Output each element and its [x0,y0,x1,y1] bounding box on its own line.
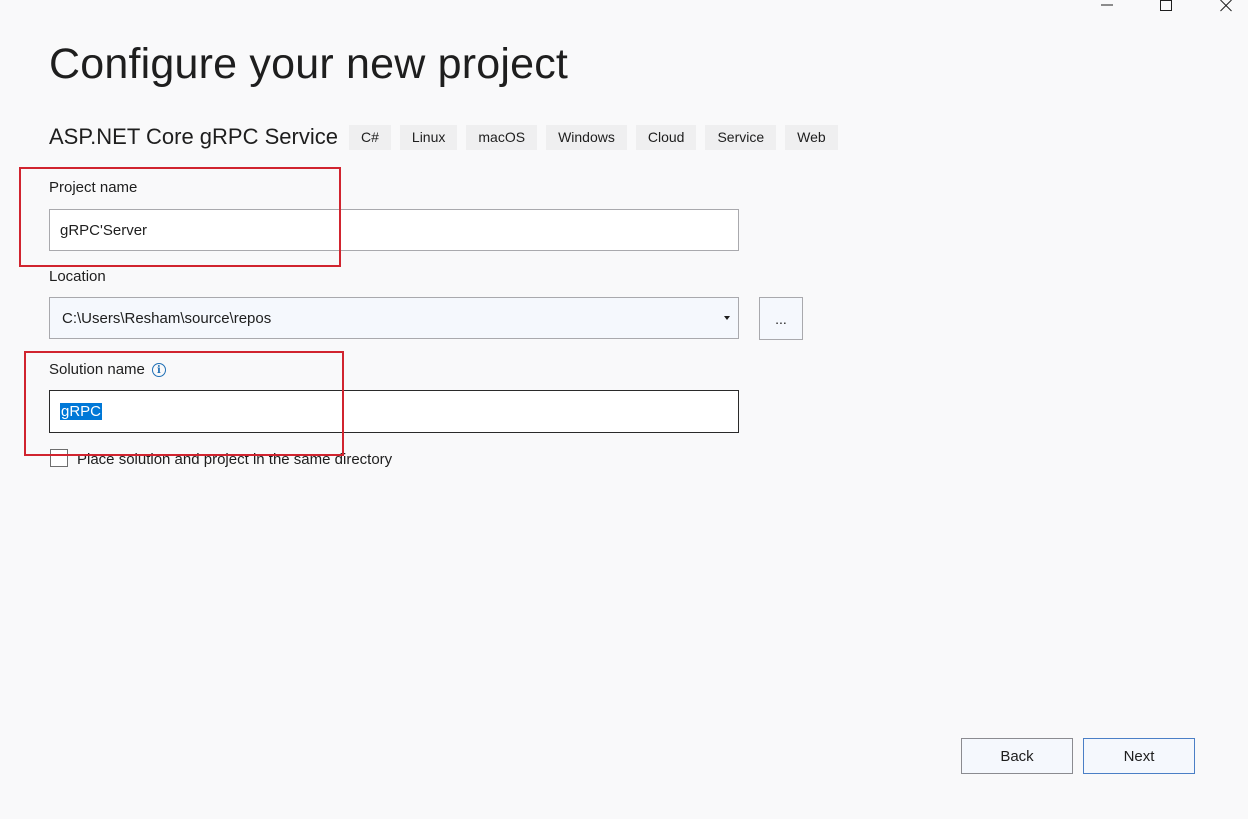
tag-macos: macOS [466,125,538,150]
solution-name-label-row: Solution name i [49,361,166,378]
minimize-button[interactable] [1087,0,1127,14]
location-value: C:\Users\Resham\source\repos [62,309,272,327]
minimize-icon [1101,4,1113,6]
template-tags: C# Linux macOS Windows Cloud Service Web [349,125,838,150]
maximize-button[interactable] [1146,0,1186,14]
tag-service: Service [705,125,777,150]
close-button[interactable] [1206,0,1246,14]
same-directory-checkbox[interactable] [50,449,68,467]
solution-name-input[interactable]: gRPC [49,390,739,433]
browse-button[interactable]: ... [759,297,803,340]
back-button[interactable]: Back [961,738,1073,774]
project-name-label: Project name [49,179,138,196]
tag-csharp: C# [349,125,391,150]
project-name-input[interactable]: gRPC'Server [49,209,739,251]
tag-linux: Linux [399,125,458,150]
next-button-label: Next [1123,747,1155,765]
info-icon[interactable]: i [151,363,166,378]
tag-cloud: Cloud [635,125,697,150]
browse-button-label: ... [775,310,787,327]
template-name: ASP.NET Core gRPC Service [49,124,338,149]
tag-web: Web [785,125,838,150]
solution-name-value: gRPC [60,403,103,420]
close-icon [1220,0,1232,12]
location-label: Location [49,268,106,285]
next-button[interactable]: Next [1083,738,1195,774]
dropdown-arrow-icon[interactable] [724,316,730,320]
project-name-value: gRPC'Server [60,221,148,239]
tag-windows: Windows [546,125,627,150]
location-combobox[interactable]: C:\Users\Resham\source\repos [49,297,739,339]
solution-name-label: Solution name [49,361,145,378]
maximize-icon [1160,0,1172,11]
back-button-label: Back [1000,747,1034,765]
same-directory-label[interactable]: Place solution and project in the same d… [77,451,392,468]
page-title: Configure your new project [49,40,569,88]
